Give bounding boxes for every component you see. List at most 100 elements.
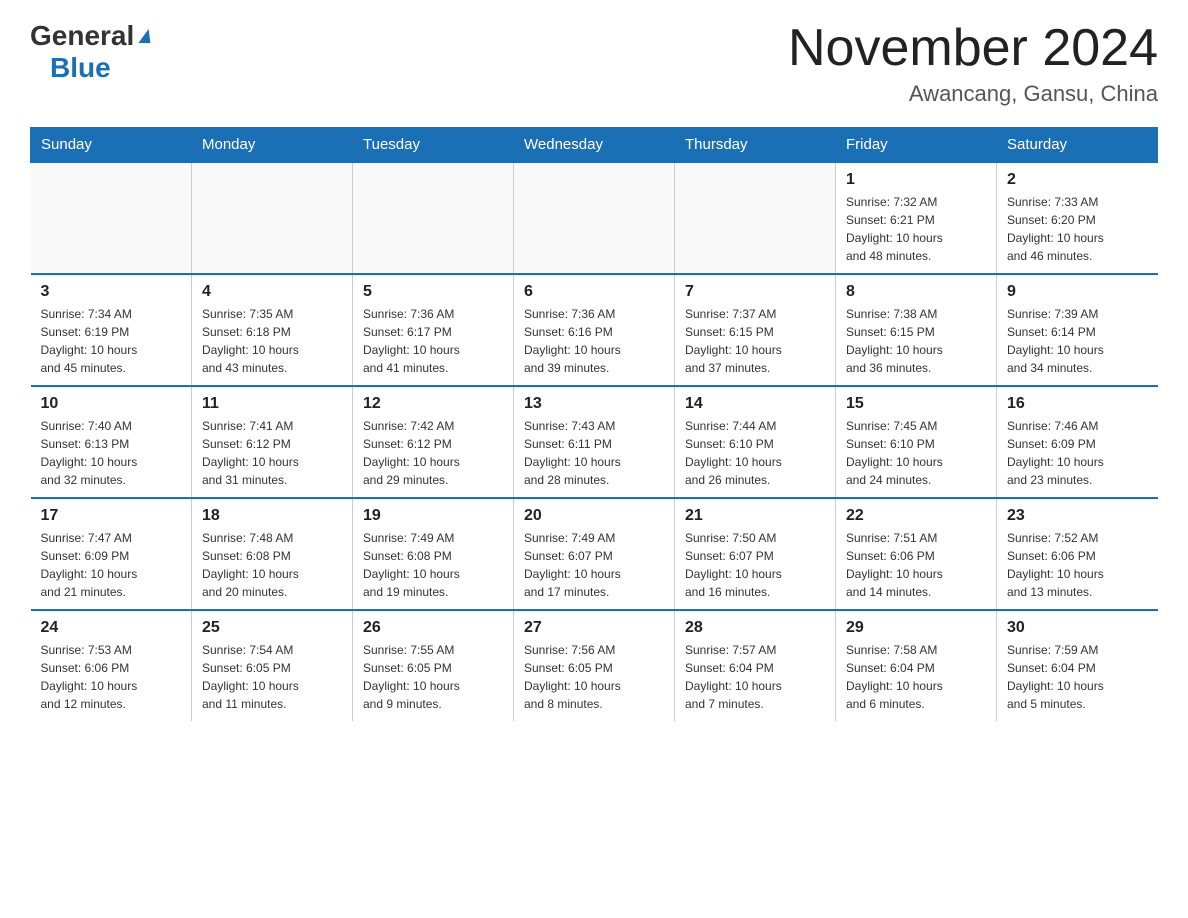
- day-sun-info: Sunrise: 7:58 AM Sunset: 6:04 PM Dayligh…: [846, 641, 986, 713]
- calendar-cell: 3 Sunrise: 7:34 AM Sunset: 6:19 PM Daylig…: [31, 274, 192, 386]
- day-number: 12: [363, 395, 503, 413]
- calendar-cell: 27 Sunrise: 7:56 AM Sunset: 6:05 PM Dayli…: [514, 610, 675, 721]
- calendar-cell: [675, 162, 836, 274]
- day-header-thursday: Thursday: [675, 128, 836, 163]
- calendar-cell: 7Sunrise: 7:37 AM Sunset: 6:15 PM Daylig…: [675, 274, 836, 386]
- day-number: 19: [363, 507, 503, 525]
- month-year-title: November 2024: [788, 20, 1158, 77]
- day-sun-info: Sunrise: 7:32 AM Sunset: 6:21 PM Dayligh…: [846, 193, 986, 265]
- calendar-week-row: 10 Sunrise: 7:40 AM Sunset: 6:13 PM Dayli…: [31, 386, 1158, 498]
- logo: General Blue: [30, 20, 151, 84]
- day-sun-info: Sunrise: 7:43 AM Sunset: 6:11 PM Dayligh…: [524, 417, 664, 489]
- calendar-table: SundayMondayTuesdayWednesdayThursdayFrid…: [30, 127, 1158, 721]
- day-sun-info: Sunrise: 7:42 AM Sunset: 6:12 PM Dayligh…: [363, 417, 503, 489]
- day-sun-info: Sunrise: 7:35 AM Sunset: 6:18 PM Dayligh…: [202, 305, 342, 377]
- day-number: 29: [846, 619, 986, 637]
- calendar-week-row: 1 Sunrise: 7:32 AM Sunset: 6:21 PM Daylig…: [31, 162, 1158, 274]
- day-number: 15: [846, 395, 986, 413]
- calendar-cell: 11 Sunrise: 7:41 AM Sunset: 6:12 PM Dayli…: [192, 386, 353, 498]
- calendar-cell: 13 Sunrise: 7:43 AM Sunset: 6:11 PM Dayli…: [514, 386, 675, 498]
- day-number: 27: [524, 619, 664, 637]
- calendar-cell: 20Sunrise: 7:49 AM Sunset: 6:07 PM Dayli…: [514, 498, 675, 610]
- day-header-friday: Friday: [836, 128, 997, 163]
- calendar-cell: 29 Sunrise: 7:58 AM Sunset: 6:04 PM Dayli…: [836, 610, 997, 721]
- page-header: General Blue November 2024 Awancang, Gan…: [30, 20, 1158, 107]
- calendar-cell: [192, 162, 353, 274]
- day-sun-info: Sunrise: 7:41 AM Sunset: 6:12 PM Dayligh…: [202, 417, 342, 489]
- day-number: 9: [1007, 283, 1148, 301]
- calendar-cell: 14 Sunrise: 7:44 AM Sunset: 6:10 PM Dayli…: [675, 386, 836, 498]
- day-sun-info: Sunrise: 7:36 AM Sunset: 6:17 PM Dayligh…: [363, 305, 503, 377]
- day-number: 14: [685, 395, 825, 413]
- day-header-wednesday: Wednesday: [514, 128, 675, 163]
- day-number: 3: [41, 283, 182, 301]
- day-sun-info: Sunrise: 7:57 AM Sunset: 6:04 PM Dayligh…: [685, 641, 825, 713]
- calendar-cell: 1 Sunrise: 7:32 AM Sunset: 6:21 PM Daylig…: [836, 162, 997, 274]
- day-number: 11: [202, 395, 342, 413]
- calendar-cell: 12 Sunrise: 7:42 AM Sunset: 6:12 PM Dayli…: [353, 386, 514, 498]
- day-header-saturday: Saturday: [997, 128, 1158, 163]
- calendar-cell: 28 Sunrise: 7:57 AM Sunset: 6:04 PM Dayli…: [675, 610, 836, 721]
- day-sun-info: Sunrise: 7:56 AM Sunset: 6:05 PM Dayligh…: [524, 641, 664, 713]
- day-sun-info: Sunrise: 7:44 AM Sunset: 6:10 PM Dayligh…: [685, 417, 825, 489]
- day-number: 18: [202, 507, 342, 525]
- calendar-cell: 10 Sunrise: 7:40 AM Sunset: 6:13 PM Dayli…: [31, 386, 192, 498]
- day-sun-info: Sunrise: 7:34 AM Sunset: 6:19 PM Dayligh…: [41, 305, 182, 377]
- calendar-cell: 24Sunrise: 7:53 AM Sunset: 6:06 PM Dayli…: [31, 610, 192, 721]
- day-sun-info: Sunrise: 7:49 AM Sunset: 6:08 PM Dayligh…: [363, 529, 503, 601]
- day-sun-info: Sunrise: 7:38 AM Sunset: 6:15 PM Dayligh…: [846, 305, 986, 377]
- calendar-cell: [514, 162, 675, 274]
- day-sun-info: Sunrise: 7:36 AM Sunset: 6:16 PM Dayligh…: [524, 305, 664, 377]
- calendar-cell: 15 Sunrise: 7:45 AM Sunset: 6:10 PM Dayli…: [836, 386, 997, 498]
- calendar-cell: 16Sunrise: 7:46 AM Sunset: 6:09 PM Dayli…: [997, 386, 1158, 498]
- calendar-cell: [353, 162, 514, 274]
- day-sun-info: Sunrise: 7:55 AM Sunset: 6:05 PM Dayligh…: [363, 641, 503, 713]
- calendar-cell: 26 Sunrise: 7:55 AM Sunset: 6:05 PM Dayli…: [353, 610, 514, 721]
- calendar-cell: [31, 162, 192, 274]
- calendar-cell: 18Sunrise: 7:48 AM Sunset: 6:08 PM Dayli…: [192, 498, 353, 610]
- calendar-cell: 23 Sunrise: 7:52 AM Sunset: 6:06 PM Dayli…: [997, 498, 1158, 610]
- calendar-cell: 17Sunrise: 7:47 AM Sunset: 6:09 PM Dayli…: [31, 498, 192, 610]
- day-number: 1: [846, 171, 986, 189]
- day-number: 24: [41, 619, 182, 637]
- day-number: 4: [202, 283, 342, 301]
- day-number: 22: [846, 507, 986, 525]
- day-number: 13: [524, 395, 664, 413]
- day-sun-info: Sunrise: 7:49 AM Sunset: 6:07 PM Dayligh…: [524, 529, 664, 601]
- calendar-cell: 30 Sunrise: 7:59 AM Sunset: 6:04 PM Dayli…: [997, 610, 1158, 721]
- day-number: 30: [1007, 619, 1148, 637]
- day-sun-info: Sunrise: 7:45 AM Sunset: 6:10 PM Dayligh…: [846, 417, 986, 489]
- calendar-cell: 2 Sunrise: 7:33 AM Sunset: 6:20 PM Daylig…: [997, 162, 1158, 274]
- day-sun-info: Sunrise: 7:39 AM Sunset: 6:14 PM Dayligh…: [1007, 305, 1148, 377]
- calendar-cell: 8 Sunrise: 7:38 AM Sunset: 6:15 PM Daylig…: [836, 274, 997, 386]
- calendar-cell: 6 Sunrise: 7:36 AM Sunset: 6:16 PM Daylig…: [514, 274, 675, 386]
- day-sun-info: Sunrise: 7:52 AM Sunset: 6:06 PM Dayligh…: [1007, 529, 1148, 601]
- day-number: 28: [685, 619, 825, 637]
- day-sun-info: Sunrise: 7:37 AM Sunset: 6:15 PM Dayligh…: [685, 305, 825, 377]
- day-sun-info: Sunrise: 7:33 AM Sunset: 6:20 PM Dayligh…: [1007, 193, 1148, 265]
- day-number: 25: [202, 619, 342, 637]
- day-number: 2: [1007, 171, 1148, 189]
- day-header-tuesday: Tuesday: [353, 128, 514, 163]
- day-sun-info: Sunrise: 7:50 AM Sunset: 6:07 PM Dayligh…: [685, 529, 825, 601]
- day-sun-info: Sunrise: 7:59 AM Sunset: 6:04 PM Dayligh…: [1007, 641, 1148, 713]
- calendar-cell: 9 Sunrise: 7:39 AM Sunset: 6:14 PM Daylig…: [997, 274, 1158, 386]
- calendar-week-row: 24Sunrise: 7:53 AM Sunset: 6:06 PM Dayli…: [31, 610, 1158, 721]
- title-block: November 2024 Awancang, Gansu, China: [788, 20, 1158, 107]
- day-number: 21: [685, 507, 825, 525]
- calendar-cell: 19 Sunrise: 7:49 AM Sunset: 6:08 PM Dayli…: [353, 498, 514, 610]
- day-number: 6: [524, 283, 664, 301]
- day-header-monday: Monday: [192, 128, 353, 163]
- day-number: 26: [363, 619, 503, 637]
- day-sun-info: Sunrise: 7:40 AM Sunset: 6:13 PM Dayligh…: [41, 417, 182, 489]
- day-sun-info: Sunrise: 7:54 AM Sunset: 6:05 PM Dayligh…: [202, 641, 342, 713]
- calendar-week-row: 3 Sunrise: 7:34 AM Sunset: 6:19 PM Daylig…: [31, 274, 1158, 386]
- day-header-sunday: Sunday: [31, 128, 192, 163]
- logo-general: General: [30, 20, 134, 52]
- day-sun-info: Sunrise: 7:47 AM Sunset: 6:09 PM Dayligh…: [41, 529, 182, 601]
- calendar-cell: 5Sunrise: 7:36 AM Sunset: 6:17 PM Daylig…: [353, 274, 514, 386]
- day-sun-info: Sunrise: 7:51 AM Sunset: 6:06 PM Dayligh…: [846, 529, 986, 601]
- day-number: 10: [41, 395, 182, 413]
- day-number: 8: [846, 283, 986, 301]
- day-number: 23: [1007, 507, 1148, 525]
